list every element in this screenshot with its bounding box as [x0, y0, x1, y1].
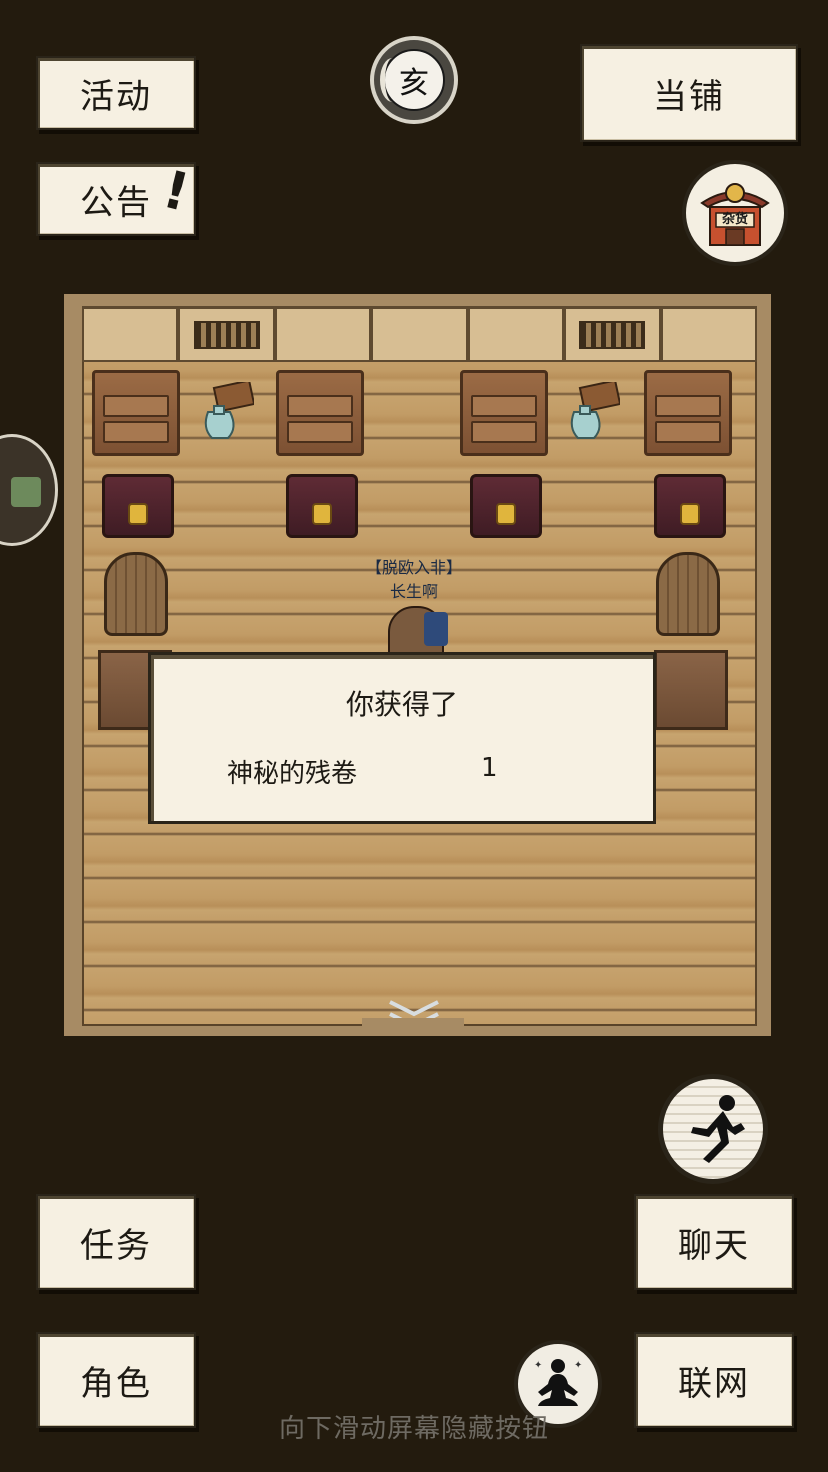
exclamation-icon: !: [157, 159, 197, 225]
player-name: 长生啊: [389, 582, 438, 601]
treasure-chest[interactable]: [286, 474, 358, 538]
player-title: 【脱欧入非】: [365, 558, 462, 577]
activity-label: 活动: [80, 76, 152, 117]
wall-vent: [579, 321, 646, 349]
wall-vent: [193, 321, 260, 349]
reward-dialog[interactable]: 你获得了 神秘的残卷 1: [148, 652, 656, 824]
dresser[interactable]: [276, 370, 364, 456]
barrel[interactable]: [656, 552, 720, 636]
wall-panel: [564, 306, 661, 362]
svg-text:✦: ✦: [534, 1360, 542, 1371]
moon-crescent: [380, 58, 405, 102]
dresser[interactable]: [92, 370, 180, 456]
notice-label: 公告: [80, 182, 152, 223]
reward-item-count: 1: [481, 753, 498, 783]
side-app-thumbnail: [11, 477, 41, 507]
wall-panel: [274, 306, 372, 362]
chest-lock: [496, 503, 516, 525]
activity-button[interactable]: 活动: [36, 56, 196, 130]
chest-lock: [680, 503, 700, 525]
notice-button[interactable]: 公告 !: [36, 159, 197, 236]
treasure-chest[interactable]: [470, 474, 542, 538]
hide-buttons-hint: 向下滑动屏幕隐藏按钮: [278, 1414, 549, 1444]
chat-label: 聊天: [678, 1225, 750, 1266]
wooden-crate[interactable]: [654, 650, 728, 730]
tasks-button[interactable]: 任务: [36, 1194, 196, 1290]
chest-lock: [128, 503, 148, 525]
treasure-chest[interactable]: [654, 474, 726, 538]
wall-panel: [467, 306, 565, 362]
reward-item-name: 神秘的残卷: [227, 759, 358, 789]
treasure-chest[interactable]: [102, 474, 174, 538]
pawnshop-label: 当铺: [653, 76, 725, 117]
running-man-icon[interactable]: [658, 1074, 768, 1184]
dresser[interactable]: [644, 370, 732, 456]
running-figure: [691, 1095, 745, 1163]
wall-panel: [82, 306, 179, 362]
barrel[interactable]: [104, 552, 168, 636]
meditating-figure: ✦ ✦: [534, 1359, 582, 1406]
chest-lock: [312, 503, 332, 525]
general-store-icon[interactable]: 杂货: [682, 160, 788, 266]
svg-text:✦: ✦: [574, 1360, 582, 1371]
room-door-gap: [362, 1018, 464, 1036]
network-label: 联网: [678, 1363, 750, 1404]
dresser[interactable]: [460, 370, 548, 456]
tasks-label: 任务: [80, 1225, 152, 1266]
back-wall: [82, 306, 757, 362]
vase-with-box[interactable]: [198, 382, 254, 442]
moon-time-icon[interactable]: 亥: [370, 36, 458, 124]
wall-panel: [178, 306, 275, 362]
pawnshop-button[interactable]: 当铺: [580, 44, 798, 142]
vase-with-box[interactable]: [564, 382, 620, 442]
player-character[interactable]: 【脱欧入非】 长生啊: [354, 552, 474, 656]
character-label: 角色: [80, 1363, 152, 1404]
floating-side-icon[interactable]: [0, 434, 58, 546]
player-sprite: [388, 606, 448, 656]
reward-title: 你获得了: [345, 688, 458, 721]
wall-panel: [371, 306, 468, 362]
wall-panel: [660, 306, 757, 362]
chat-button[interactable]: 聊天: [634, 1194, 794, 1290]
store-label: 杂货: [721, 212, 748, 227]
